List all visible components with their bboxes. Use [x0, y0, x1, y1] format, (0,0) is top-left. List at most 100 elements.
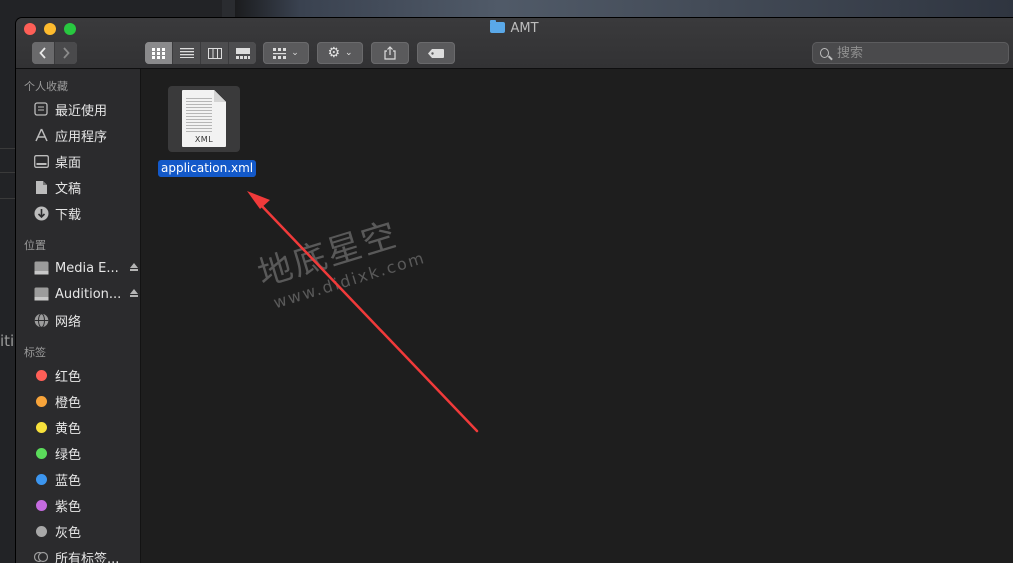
sidebar-item-recents[interactable]: 最近使用 [33, 98, 138, 120]
background-divider [0, 198, 16, 199]
disk-icon [33, 286, 49, 302]
sidebar-item-label: 紫色 [55, 499, 82, 515]
gray-dot-icon [35, 525, 47, 537]
sidebar-item-tag-blue[interactable]: 蓝色 [33, 468, 138, 490]
blue-dot-icon [35, 473, 47, 485]
xml-document-icon: XML [182, 90, 226, 147]
sidebar-item-all-tags[interactable]: 所有标签... [33, 546, 138, 563]
icon-view-icon [152, 47, 165, 59]
sidebar-item-label: Media E... [55, 260, 119, 276]
tag-color-icon [33, 471, 49, 487]
watermark-title: 地底星空 [253, 214, 403, 295]
document-preview-lines [186, 96, 212, 134]
file-browser-content[interactable]: XML application.xml 地底星空 www.didixk.com [141, 69, 1013, 563]
sidebar-item-label: 绿色 [55, 447, 82, 463]
sidebar-item-label: 应用程序 [55, 129, 108, 145]
tag-color-icon [33, 523, 49, 539]
sidebar-item-tag-green[interactable]: 绿色 [33, 442, 138, 464]
sidebar-item-tag-gray[interactable]: 灰色 [33, 520, 138, 542]
eject-icon[interactable] [130, 263, 138, 271]
sidebar-section-favorites: 个人收藏 [24, 80, 68, 93]
background-window-edge [222, 0, 235, 18]
chevron-down-icon: ⌄ [345, 48, 353, 58]
eject-icon[interactable] [130, 289, 138, 297]
sidebar-item-label: 灰色 [55, 525, 82, 541]
sidebar-item-label: 下载 [55, 207, 82, 223]
sidebar-section-tags: 标签 [24, 346, 46, 359]
watermark-url: www.didixk.com [271, 247, 428, 313]
chevron-right-icon [63, 47, 70, 59]
sidebar-item-downloads[interactable]: 下载 [33, 202, 138, 224]
tag-color-icon [33, 393, 49, 409]
all-tags-icon [33, 549, 49, 563]
share-button[interactable] [371, 42, 409, 64]
file-extension-label: XML [194, 135, 214, 144]
sidebar-item-label: 桌面 [55, 155, 82, 171]
network-icon [33, 312, 49, 328]
window-title-text: AMT [510, 21, 539, 36]
file-thumbnail[interactable]: XML [168, 86, 240, 152]
search-field[interactable] [812, 42, 1009, 64]
recents-icon [33, 101, 49, 117]
green-dot-icon [35, 447, 47, 459]
sidebar-item-label: 蓝色 [55, 473, 82, 489]
background-divider [0, 148, 16, 149]
sidebar-item-network[interactable]: 网络 [33, 309, 138, 331]
sidebar-item-media-encoder[interactable]: Media E... [33, 257, 138, 279]
sidebar-item-label: 网络 [55, 314, 82, 330]
yellow-dot-icon [35, 421, 47, 433]
chevron-down-icon: ⌄ [291, 48, 299, 58]
sidebar-item-label: 红色 [55, 369, 82, 385]
column-view-button[interactable] [201, 42, 229, 64]
list-view-icon [179, 48, 194, 58]
group-by-button[interactable]: ⌄ [263, 42, 309, 64]
finder-window: AMT ⌄ ⚙ ⌄ 搜索 个人收藏 最近使用 应用程序 桌面 文稿 下载 位置 … [16, 18, 1013, 563]
orange-dot-icon [35, 395, 47, 407]
sidebar-item-tag-red[interactable]: 红色 [33, 364, 138, 386]
sidebar-item-documents[interactable]: 文稿 [33, 176, 138, 198]
forward-button[interactable] [55, 42, 77, 64]
icon-view-button[interactable] [145, 42, 173, 64]
sidebar: 个人收藏 最近使用 应用程序 桌面 文稿 下载 位置 Media E... Au… [16, 69, 141, 563]
action-menu-button[interactable]: ⚙ ⌄ [317, 42, 363, 64]
sidebar-item-label: 文稿 [55, 181, 82, 197]
search-input[interactable] [835, 44, 1009, 62]
search-icon [820, 48, 829, 58]
sidebar-item-label: Audition... [55, 286, 122, 302]
sidebar-item-label: 最近使用 [55, 103, 108, 119]
column-view-icon [207, 47, 222, 59]
sidebar-item-label: 橙色 [55, 395, 82, 411]
background-divider [0, 172, 16, 173]
sidebar-item-applications[interactable]: 应用程序 [33, 124, 138, 146]
window-title: AMT [16, 20, 1013, 38]
tag-color-icon [33, 445, 49, 461]
sidebar-item-tag-orange[interactable]: 橙色 [33, 390, 138, 412]
file-name-label[interactable]: application.xml [158, 160, 257, 177]
sidebar-item-label: 黄色 [55, 421, 82, 437]
gallery-view-button[interactable] [229, 42, 256, 64]
purple-dot-icon [35, 499, 47, 511]
tag-button[interactable] [417, 42, 455, 64]
chevron-left-icon [39, 47, 46, 59]
red-arrow-annotation [247, 191, 479, 433]
group-icon [273, 47, 287, 59]
navigation-buttons [32, 42, 77, 64]
titlebar: AMT ⌄ ⚙ ⌄ 搜索 [16, 18, 1013, 69]
back-button[interactable] [32, 42, 55, 64]
list-view-button[interactable] [173, 42, 201, 64]
red-dot-icon [35, 369, 47, 381]
tag-color-icon [33, 497, 49, 513]
downloads-icon [33, 205, 49, 221]
sidebar-item-audition[interactable]: Audition... [33, 283, 138, 305]
applications-icon [33, 127, 49, 143]
sidebar-item-tag-purple[interactable]: 紫色 [33, 494, 138, 516]
sidebar-item-tag-yellow[interactable]: 黄色 [33, 416, 138, 438]
disk-icon [33, 260, 49, 276]
share-icon [384, 46, 396, 60]
sidebar-item-desktop[interactable]: 桌面 [33, 150, 138, 172]
gallery-view-icon [235, 47, 250, 59]
sidebar-section-locations: 位置 [24, 239, 46, 252]
gear-icon: ⚙ [327, 45, 340, 61]
folder-icon [490, 20, 506, 33]
sidebar-item-label: 所有标签... [55, 551, 120, 563]
